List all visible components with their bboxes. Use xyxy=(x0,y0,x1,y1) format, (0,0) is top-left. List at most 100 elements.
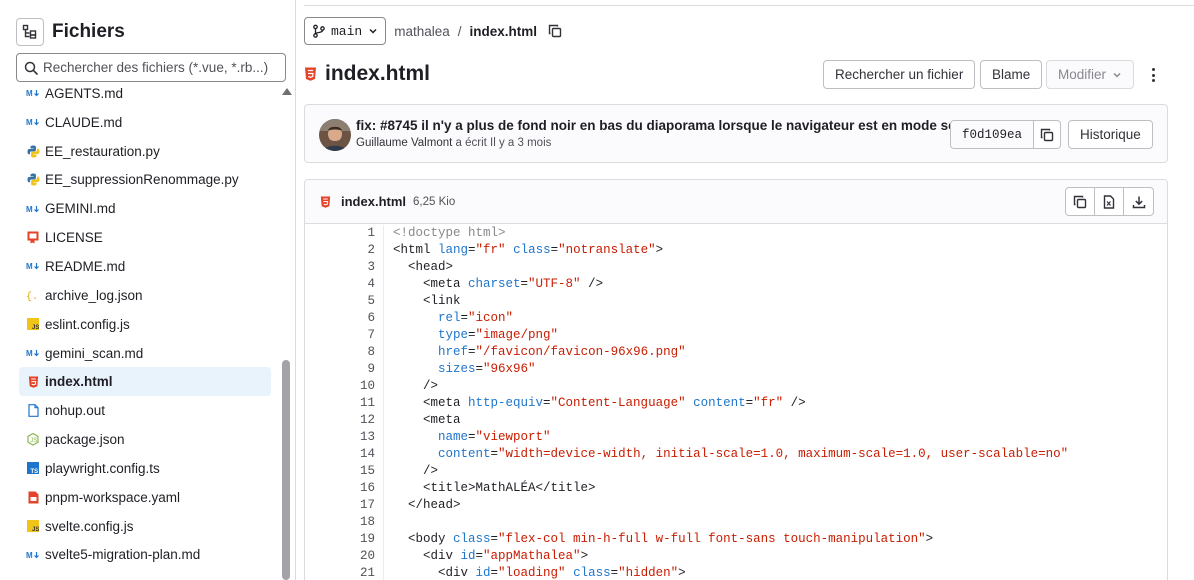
code-line: 2 <html lang="fr" class="notranslate"> xyxy=(305,242,1167,259)
scroll-up-arrow-icon[interactable] xyxy=(282,88,292,95)
code-line: 11 <meta http-equiv="Content-Language" c… xyxy=(305,395,1167,412)
file-tree-item[interactable]: pnpm-workspace.yaml xyxy=(19,483,271,512)
line-number[interactable]: 18 xyxy=(305,514,384,531)
file-tree-item[interactable]: EE_restauration.py xyxy=(19,137,271,166)
code-line: 16 <title>MathALÉA</title> xyxy=(305,480,1167,497)
breadcrumb-current-file: index.html xyxy=(469,23,538,39)
search-icon xyxy=(24,61,38,75)
line-number[interactable]: 4 xyxy=(305,276,384,293)
blame-button[interactable]: Blame xyxy=(980,60,1043,89)
line-number[interactable]: 6 xyxy=(305,310,384,327)
breadcrumb: main mathalea / index.html xyxy=(304,17,562,45)
toggle-file-tree-button[interactable] xyxy=(16,18,44,46)
download-button[interactable] xyxy=(1124,188,1153,215)
file-tree-item[interactable]: M CLAUDE.md xyxy=(19,108,271,137)
file-tree-item[interactable]: {..} archive_log.json xyxy=(19,281,271,310)
code-line: 5 <link xyxy=(305,293,1167,310)
line-number[interactable]: 3 xyxy=(305,259,384,276)
blob-file-size: 6,25 Kio xyxy=(413,195,456,208)
commit-author-link[interactable]: Guillaume Valmont xyxy=(356,137,452,149)
history-button[interactable]: Historique xyxy=(1068,120,1153,149)
line-number[interactable]: 12 xyxy=(305,412,384,429)
line-number[interactable]: 20 xyxy=(305,548,384,565)
code-line: 1 <!doctype html> xyxy=(305,225,1167,242)
code-token: = xyxy=(468,243,476,257)
scrollbar-thumb[interactable] xyxy=(282,360,290,580)
line-number[interactable]: 11 xyxy=(305,395,384,412)
code-token: = xyxy=(543,396,551,410)
line-content: <head> xyxy=(384,259,453,276)
file-tree-item[interactable]: JS eslint.config.js xyxy=(19,310,271,339)
code-token: <meta xyxy=(393,396,469,410)
svg-text:JS: JS xyxy=(32,325,39,330)
line-content: rel="icon" xyxy=(384,310,513,327)
code-token: > xyxy=(580,549,589,563)
line-number[interactable]: 7 xyxy=(305,327,384,344)
branch-switcher-button[interactable]: main xyxy=(304,17,387,45)
file-tree-item-label: EE_restauration.py xyxy=(45,143,160,159)
file-tree-item[interactable]: M AGENTS.md xyxy=(19,79,271,108)
file-tree-item[interactable]: nohup.out xyxy=(19,396,271,425)
code-token: "/favicon/favicon-96x96.png" xyxy=(475,345,686,359)
file-tree-item[interactable]: Msvelte5-migration-plan.md xyxy=(19,541,271,570)
line-number[interactable]: 8 xyxy=(305,344,384,361)
code-token: "Content-Language" xyxy=(550,396,686,410)
line-number[interactable]: 13 xyxy=(305,429,384,446)
file-tree-item-label: eslint.config.js xyxy=(45,316,130,332)
line-number[interactable]: 21 xyxy=(305,565,384,580)
file-tree-item[interactable]: M GEMINI.md xyxy=(19,194,271,223)
find-file-button[interactable]: Rechercher un fichier xyxy=(823,60,976,89)
file-tree-item-label: gemini_scan.md xyxy=(45,345,144,361)
code-line: 13 name="viewport" xyxy=(305,429,1167,446)
line-number[interactable]: 2 xyxy=(305,242,384,259)
line-content: /> xyxy=(384,463,438,480)
code-token: = xyxy=(468,328,476,342)
file-tree-item[interactable]: TS playwright.config.ts xyxy=(19,454,271,483)
file-search-input[interactable] xyxy=(43,60,283,75)
line-number[interactable]: 9 xyxy=(305,361,384,378)
file-tree-item[interactable]: JS package.json xyxy=(19,425,271,454)
line-number[interactable]: 19 xyxy=(305,531,384,548)
line-number[interactable]: 5 xyxy=(305,293,384,310)
open-raw-button[interactable] xyxy=(1095,188,1124,215)
copy-icon xyxy=(1073,195,1087,208)
line-number[interactable]: 15 xyxy=(305,463,384,480)
line-number[interactable]: 16 xyxy=(305,480,384,497)
code-token: lang xyxy=(438,243,469,257)
file-tree-item[interactable]: Mgemini_scan.md xyxy=(19,339,271,368)
file-tree-item-label: svelte.config.js xyxy=(45,518,134,534)
file-tree-item[interactable]: M README.md xyxy=(19,252,271,281)
line-number[interactable]: 10 xyxy=(305,378,384,395)
edit-dropdown-button[interactable]: Modifier xyxy=(1046,60,1135,89)
line-content: <meta http-equiv="Content-Language" cont… xyxy=(384,395,806,412)
chevron-down-icon xyxy=(369,28,377,34)
copy-sha-button[interactable] xyxy=(1034,120,1062,149)
file-tree-item[interactable]: index.html xyxy=(19,367,271,397)
last-commit-panel: fix: #8745 il n'y a plus de fond noir en… xyxy=(304,104,1168,163)
sidebar-title: Fichiers xyxy=(52,21,125,42)
more-actions-kebab-icon[interactable] xyxy=(1145,65,1161,85)
line-number[interactable]: 14 xyxy=(305,446,384,463)
sidebar-scrollbar[interactable] xyxy=(281,88,292,580)
line-number[interactable]: 17 xyxy=(305,497,384,514)
commit-title-link[interactable]: fix: #8745 il n'y a plus de fond noir en… xyxy=(356,118,968,133)
line-number[interactable]: 1 xyxy=(305,225,384,242)
copy-contents-button[interactable] xyxy=(1066,188,1095,215)
code-token: charset xyxy=(468,277,521,291)
code-token: <div xyxy=(393,566,476,580)
commit-sha[interactable]: f0d109ea xyxy=(950,120,1035,149)
code-line: 10 /> xyxy=(305,378,1167,395)
file-tree-item[interactable]: EE_suppressionRenommage.py xyxy=(19,166,271,195)
file-search-field[interactable] xyxy=(16,53,286,82)
code-token: <div xyxy=(393,549,461,563)
file-tree-item[interactable]: JS svelte.config.js xyxy=(19,512,271,541)
file-tree-item-label: playwright.config.ts xyxy=(45,460,160,476)
copy-path-button[interactable] xyxy=(548,24,562,38)
file-tree-item[interactable]: LICENSE xyxy=(19,223,271,252)
breadcrumb-repo-link[interactable]: mathalea xyxy=(394,24,450,39)
line-content: <div id="loading" class="hidden"> xyxy=(384,565,686,580)
author-avatar[interactable] xyxy=(319,119,351,151)
